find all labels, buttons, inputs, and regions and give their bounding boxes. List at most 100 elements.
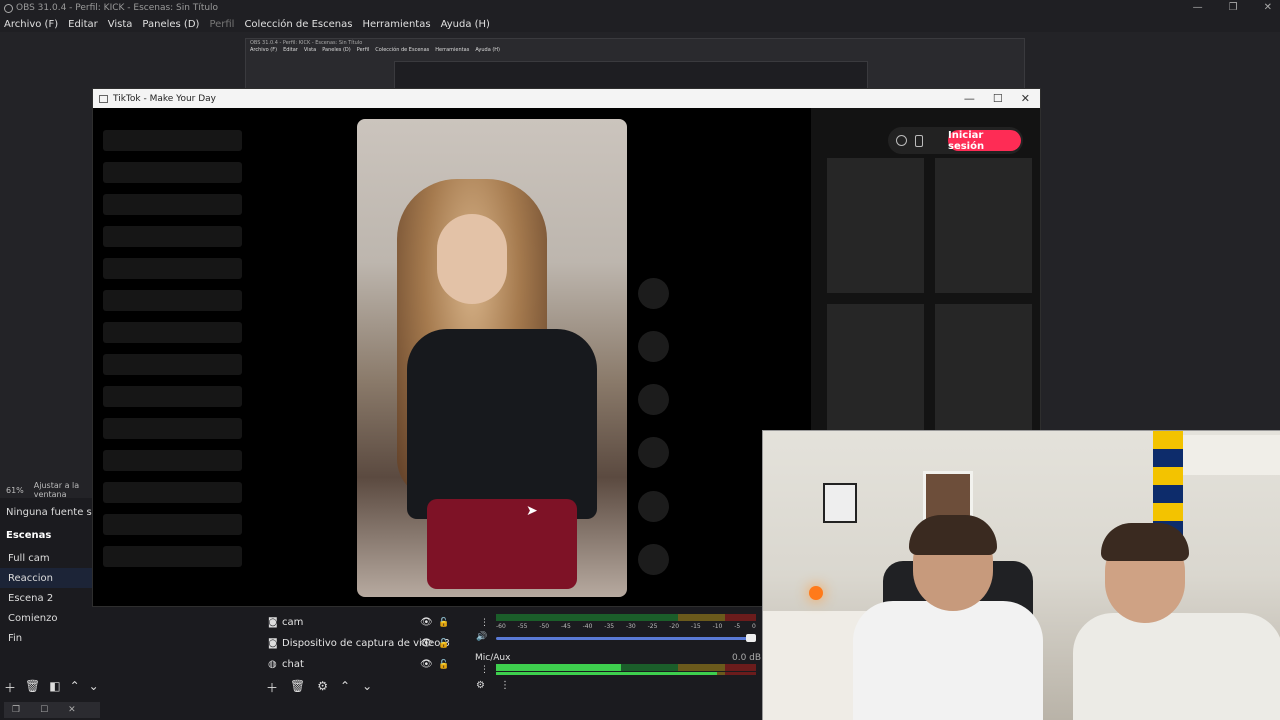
minimize-icon[interactable]: — [1193, 2, 1203, 13]
no-source-selected: Ninguna fuente seleccionada [0, 502, 92, 522]
webcam-person-right-body [1073, 613, 1280, 720]
sidebar-skeleton [103, 226, 242, 247]
close-icon[interactable]: ✕ [68, 705, 76, 715]
desktop-audio-meter [496, 614, 756, 621]
close-icon[interactable]: ✕ [1264, 2, 1272, 13]
lock-icon[interactable]: 🔓 [438, 639, 449, 649]
video-figure-face [437, 214, 507, 304]
mic-aux-meter [496, 664, 756, 671]
action-button-placeholder[interactable] [638, 384, 669, 415]
thumbnail-placeholder[interactable] [827, 158, 924, 293]
obs-logo-icon [4, 3, 13, 13]
menu-editar[interactable]: Editar [68, 19, 98, 30]
menu-paneles[interactable]: Paneles (D) [142, 19, 199, 30]
menu-coleccion-escenas[interactable]: Colección de Escenas [244, 19, 352, 30]
close-icon[interactable]: ✕ [1021, 92, 1030, 105]
menu-herramientas[interactable]: Herramientas [362, 19, 430, 30]
webcam-person-left-body [853, 601, 1043, 720]
nested-menu-paneles: Paneles (D) [322, 47, 351, 53]
add-icon[interactable]: ＋ [4, 679, 16, 696]
thumbnail-placeholder[interactable] [935, 304, 1032, 439]
scene-item-escena-2[interactable]: Escena 2 [0, 588, 92, 608]
restore-icon[interactable]: ❐ [12, 705, 20, 715]
video-figure-top [407, 329, 597, 519]
source-item-cam[interactable]: ◙ cam 👁 🔓 [262, 612, 462, 633]
action-button-placeholder[interactable] [638, 331, 669, 362]
gear-icon[interactable]: ⚙ [317, 679, 328, 696]
down-icon[interactable]: ⌄ [89, 679, 99, 696]
sidebar-skeleton [103, 194, 242, 215]
desktop-volume-slider[interactable] [496, 634, 756, 642]
login-button[interactable]: Iniciar sesión [948, 130, 1021, 152]
up-icon[interactable]: ⌃ [340, 679, 350, 696]
zoom-level: 61% [6, 485, 24, 495]
meter-ticks: -60 -55 -50 -45 -40 -35 -30 -25 -20 -15 -10 -5 0 [496, 623, 756, 630]
obs-menubar: Archivo (F) Editar Vista Paneles (D) Per… [0, 16, 1280, 32]
menu-dots-icon[interactable]: ⋮ [480, 665, 489, 675]
zoom-mode[interactable]: Ajustar a la ventana [34, 481, 92, 499]
menu-vista[interactable]: Vista [108, 19, 133, 30]
camera-icon: ◙ [268, 617, 278, 628]
nested-menu-editar: Editar [283, 47, 298, 53]
phone-icon[interactable] [915, 134, 923, 147]
menu-ayuda[interactable]: Ayuda (H) [441, 19, 490, 30]
nested-menu-vista: Vista [303, 47, 317, 53]
lock-icon[interactable]: 🔓 [438, 660, 449, 670]
scene-item-fin[interactable]: Fin [0, 628, 92, 648]
action-button-placeholder[interactable] [638, 544, 669, 575]
source-label: chat [282, 659, 304, 670]
scenes-header: Escenas [6, 530, 52, 541]
obs-window-controls: — ❐ ✕ [1193, 0, 1272, 14]
scene-item-comienzo[interactable]: Comienzo [0, 608, 92, 628]
thumbnail-placeholder[interactable] [827, 304, 924, 439]
mic-aux-label: Mic/Aux [475, 653, 511, 663]
sources-list: ◙ cam 👁 🔓 ◙ Dispositivo de captura de vi… [262, 612, 462, 675]
taskbar-window-controls: ❐ ☐ ✕ [4, 702, 100, 718]
video-figure-skirt [427, 499, 577, 589]
sidebar-skeleton [103, 546, 242, 567]
speaker-icon[interactable]: 🔊 [476, 632, 487, 642]
eye-icon[interactable]: 👁 [420, 638, 433, 649]
audio-mixer: -60 -55 -50 -45 -40 -35 -30 -25 -20 -15 -10 -5 0 ⋮ 🔊… [470, 606, 762, 701]
action-button-placeholder[interactable] [638, 278, 669, 309]
scene-item-full-cam[interactable]: Full cam [0, 548, 92, 568]
scene-item-reaccion[interactable]: Reaccion [0, 568, 92, 588]
trash-icon[interactable]: 🗑 [25, 679, 40, 696]
menu-dots-icon[interactable]: ⋮ [500, 680, 510, 691]
tiktok-titlebar: TikTok - Make Your Day [93, 89, 1040, 108]
nested-menu-archivo: Archivo (F) [250, 47, 278, 53]
filter-icon[interactable]: ◧ [49, 679, 60, 696]
eye-icon[interactable]: 👁 [420, 617, 433, 628]
menu-archivo[interactable]: Archivo (F) [4, 19, 58, 30]
slider-knob[interactable] [746, 634, 756, 642]
menu-perfil[interactable]: Perfil [209, 19, 234, 30]
action-button-placeholder[interactable] [638, 437, 669, 468]
sidebar-skeleton [103, 162, 242, 183]
down-icon[interactable]: ⌄ [362, 679, 372, 696]
obs-titlebar: OBS 31.0.4 - Perfil: KICK - Escenas: Sin… [0, 0, 1280, 16]
thumbnail-placeholder[interactable] [935, 158, 1032, 293]
source-item-chat[interactable]: ◍ chat 👁 🔓 [262, 654, 462, 675]
maximize-icon[interactable]: ☐ [40, 705, 48, 715]
add-icon[interactable]: ＋ [266, 679, 278, 696]
source-item-capture-device[interactable]: ◙ Dispositivo de captura de video 3 👁 🔓 [262, 633, 462, 654]
lock-icon[interactable]: 🔓 [438, 618, 449, 628]
action-button-placeholder[interactable] [638, 491, 669, 522]
eye-icon[interactable]: 👁 [420, 659, 433, 670]
webcam-wall-frame [823, 483, 857, 523]
nested-menu-ayuda: Ayuda (H) [475, 47, 501, 53]
maximize-icon[interactable]: ☐ [993, 92, 1003, 105]
trash-icon[interactable]: 🗑 [290, 679, 305, 696]
minimize-icon[interactable]: — [964, 92, 975, 105]
maximize-icon[interactable]: ❐ [1229, 2, 1238, 13]
webcam-person-left-hair [909, 515, 997, 555]
compass-icon[interactable] [896, 135, 907, 146]
sidebar-skeleton [103, 130, 242, 151]
up-icon[interactable]: ⌃ [70, 679, 80, 696]
nested-obs-menu: Archivo (F) Editar Vista Paneles (D) Per… [246, 47, 1024, 53]
gear-icon[interactable]: ⚙ [476, 680, 485, 691]
nested-obs-inner-capture [394, 61, 868, 89]
webcam-feed [762, 430, 1280, 720]
tiktok-video[interactable] [357, 119, 627, 597]
menu-dots-icon[interactable]: ⋮ [480, 618, 489, 628]
